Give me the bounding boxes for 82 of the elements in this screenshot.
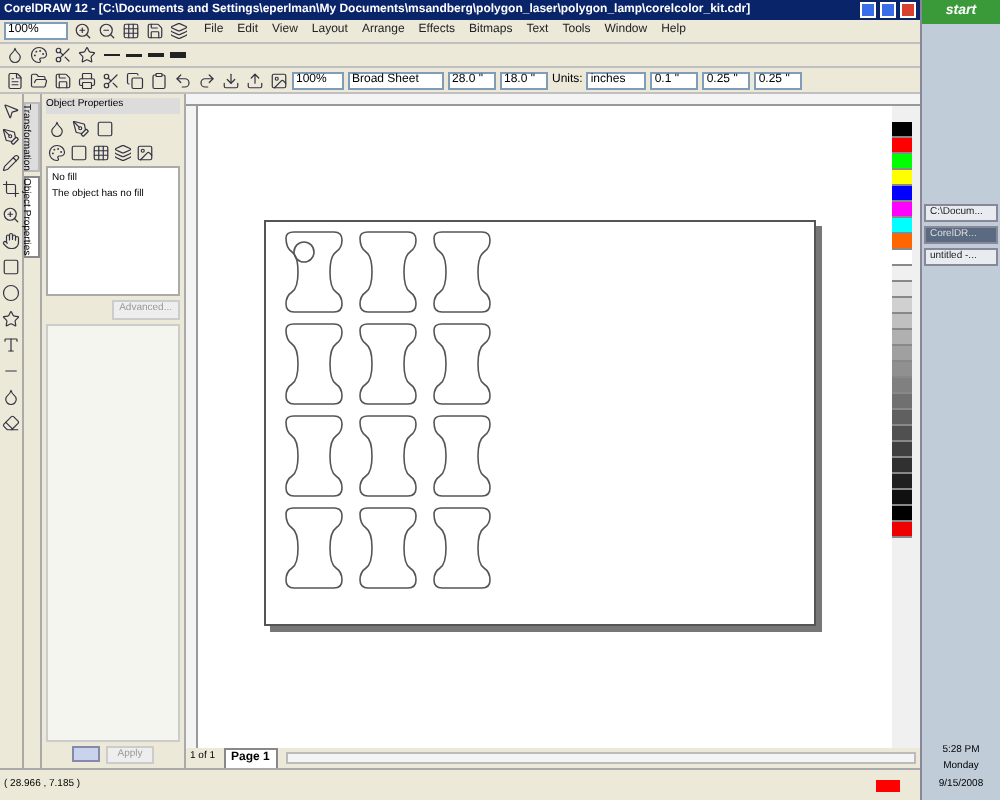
palette-swatch[interactable]	[892, 442, 912, 458]
tool-icon[interactable]	[1, 282, 21, 302]
spool-shape	[359, 415, 417, 497]
tool-icon[interactable]	[1, 230, 21, 250]
palette-swatch[interactable]	[892, 154, 912, 170]
palette-swatch[interactable]	[892, 378, 912, 394]
palette-swatch[interactable]	[892, 186, 912, 202]
undo-icon[interactable]	[172, 70, 192, 90]
spool-shape	[433, 507, 491, 589]
fill-type-icon[interactable]	[90, 142, 110, 162]
fill-type-icon[interactable]	[68, 142, 88, 162]
palette-swatch[interactable]	[892, 410, 912, 426]
palette-swatch[interactable]	[892, 522, 912, 538]
image-icon[interactable]	[268, 70, 288, 90]
outline-tab-icon[interactable]	[70, 118, 90, 138]
copy-icon[interactable]	[124, 70, 144, 90]
tool-icon[interactable]	[1, 126, 21, 146]
save-icon[interactable]	[52, 70, 72, 90]
lock-button[interactable]	[71, 745, 100, 761]
minimize-button[interactable]	[860, 2, 876, 18]
export-icon[interactable]	[244, 70, 264, 90]
spool-shape	[359, 231, 417, 313]
palette-swatch[interactable]	[892, 282, 912, 298]
tool-icon[interactable]	[1, 152, 21, 172]
grid-icon[interactable]	[120, 21, 140, 41]
general-tab-icon[interactable]	[94, 118, 114, 138]
cut-icon[interactable]	[100, 70, 120, 90]
fill-type-icon[interactable]	[134, 142, 154, 162]
spool-shape	[433, 415, 491, 497]
palette-swatch[interactable]	[892, 394, 912, 410]
palette-swatch[interactable]	[892, 362, 912, 378]
fill-tab-icon[interactable]	[46, 118, 66, 138]
maximize-button[interactable]	[880, 2, 896, 18]
tool-icon[interactable]	[1, 386, 21, 406]
palette-swatch[interactable]	[892, 298, 912, 314]
palette-swatch[interactable]	[892, 122, 912, 138]
palette-icon[interactable]	[28, 45, 48, 65]
tool-icon[interactable]	[1, 256, 21, 276]
redo-icon[interactable]	[196, 70, 216, 90]
palette-swatch[interactable]	[892, 506, 912, 522]
zoom-in-icon[interactable]	[72, 21, 92, 41]
new-icon[interactable]	[4, 70, 24, 90]
print-icon[interactable]	[76, 70, 96, 90]
scissors-icon[interactable]	[52, 45, 72, 65]
layers-icon[interactable]	[168, 21, 188, 41]
palette-swatch[interactable]	[892, 250, 912, 266]
palette-swatch[interactable]	[892, 458, 912, 474]
close-button[interactable]	[900, 2, 916, 18]
palette-swatch[interactable]	[892, 490, 912, 506]
open-icon[interactable]	[28, 70, 48, 90]
fill-swatch	[876, 779, 900, 791]
paste-icon[interactable]	[148, 70, 168, 90]
tool-icon[interactable]	[1, 178, 21, 198]
tool-icon[interactable]	[1, 204, 21, 224]
import-icon[interactable]	[220, 70, 240, 90]
spool-shape	[285, 231, 343, 313]
spool-shape	[433, 323, 491, 405]
palette-swatch[interactable]	[892, 474, 912, 490]
tool-icon[interactable]	[1, 100, 21, 120]
palette-swatch[interactable]	[892, 234, 912, 250]
save-icon[interactable]	[144, 21, 164, 41]
spool-shape	[359, 507, 417, 589]
spool-shape	[433, 231, 491, 313]
spool-shape	[285, 415, 343, 497]
palette-swatch[interactable]	[892, 218, 912, 234]
palette-swatch[interactable]	[892, 138, 912, 154]
spool-shape	[285, 507, 343, 589]
palette-swatch[interactable]	[892, 202, 912, 218]
spool-shape	[359, 323, 417, 405]
palette-swatch[interactable]	[892, 170, 912, 186]
zoom-out-icon[interactable]	[96, 21, 116, 41]
fill-type-icon[interactable]	[112, 142, 132, 162]
palette-swatch[interactable]	[892, 346, 912, 362]
tool-icon[interactable]	[1, 308, 21, 328]
fill-type-icon[interactable]	[46, 142, 66, 162]
palette-swatch[interactable]	[892, 314, 912, 330]
spool-shape	[285, 323, 343, 405]
palette-swatch[interactable]	[892, 426, 912, 442]
tool-icon[interactable]	[1, 412, 21, 432]
droplet-icon[interactable]	[4, 45, 24, 65]
palette-swatch[interactable]	[892, 330, 912, 346]
star-icon[interactable]	[76, 45, 96, 65]
